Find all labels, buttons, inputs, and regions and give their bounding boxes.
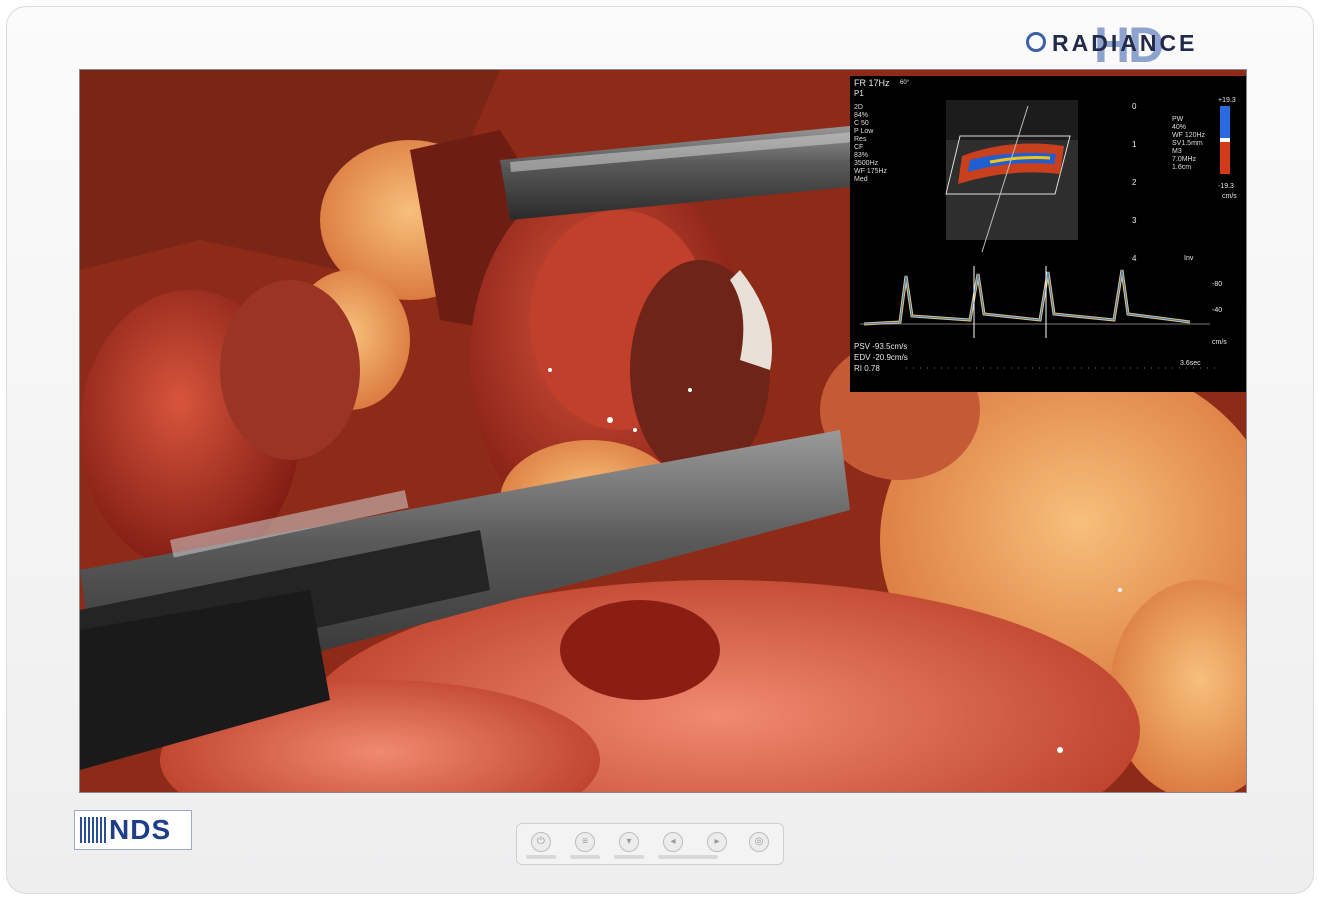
us-scale-top: +19.3: [1218, 97, 1236, 104]
nds-logo: NDS: [74, 810, 192, 850]
us-ri: RI 0.78: [854, 364, 880, 373]
down-button-icon[interactable]: ▾: [619, 832, 639, 852]
us-param: SV1.5mm: [1172, 140, 1203, 147]
us-2d-params: 2D 84% C 50 P Low Res CF 83% 3500Hz WF 1…: [854, 104, 887, 184]
us-psv: PSV -93.5cm/s: [854, 342, 908, 351]
us-pw-params: PW 40% WF 120Hz SV1.5mm M3 7.0MHz 1.6cm: [1172, 116, 1205, 172]
us-depth-tick: 2: [1132, 178, 1137, 187]
us-edv: EDV -20.9cm/s: [854, 353, 908, 362]
us-param: 84%: [854, 112, 869, 119]
right-arrow-button-icon[interactable]: ▸: [707, 832, 727, 852]
us-frame-rate: FR 17Hz: [854, 78, 890, 88]
us-depth-tick: 3: [1132, 216, 1137, 225]
radiance-logo-icon: [1026, 32, 1046, 52]
ultrasound-inset: FR 17Hz 60° P1 2D 84% C 50 P Low Res CF …: [850, 76, 1246, 392]
button-label-mark: [526, 855, 556, 859]
us-param: P Low: [854, 128, 874, 135]
us-param: 40%: [1172, 124, 1187, 131]
us-param: M3: [1172, 148, 1182, 155]
us-depth-tick: 4: [1132, 254, 1137, 263]
us-param: PW: [1172, 116, 1184, 123]
us-param: 7.0MHz: [1172, 156, 1197, 163]
us-param: WF 120Hz: [1172, 132, 1206, 139]
monitor-control-panel: ⏻ ≡ ▾ ◂ ▸ ◎: [516, 823, 784, 865]
us-param: 1.6cm: [1172, 164, 1192, 171]
us-doppler-tick: -80: [1212, 281, 1223, 288]
button-label-mark: [570, 855, 600, 859]
brand-name: RADIANCE: [1052, 30, 1198, 56]
button-label-mark: [658, 855, 718, 859]
button-label-mark: [614, 855, 644, 859]
us-param: 83%: [854, 152, 869, 159]
us-duration: 3.6sec: [1180, 360, 1201, 367]
us-doppler-unit: cm/s: [1212, 339, 1227, 346]
us-param: 3500Hz: [854, 160, 879, 167]
us-doppler-tick: -40: [1212, 307, 1223, 314]
radiance-hd-logo: HD RADIANCE: [1026, 20, 1238, 70]
us-inv: Inv: [1184, 255, 1194, 262]
us-param: Res: [854, 136, 867, 143]
us-depth-tick: 0: [1132, 102, 1137, 111]
us-param: CF: [854, 144, 864, 151]
us-scale-bottom: -19.3: [1218, 183, 1234, 190]
display-screen: FR 17Hz 60° P1 2D 84% C 50 P Low Res CF …: [80, 70, 1246, 792]
us-param: C 50: [854, 120, 869, 127]
us-param: 2D: [854, 104, 863, 111]
us-param: Med: [854, 176, 868, 183]
us-param: WF 175Hz: [854, 168, 888, 175]
us-angle: 60°: [900, 80, 910, 86]
us-p1: P1: [854, 89, 864, 98]
input-select-button-icon[interactable]: ◎: [749, 832, 769, 852]
left-arrow-button-icon[interactable]: ◂: [663, 832, 683, 852]
power-button-icon[interactable]: ⏻: [531, 832, 551, 852]
nds-logo-icon: [80, 817, 106, 843]
nds-logo-text: NDS: [109, 814, 172, 845]
us-scale-unit: cm/s: [1222, 193, 1237, 200]
menu-button-icon[interactable]: ≡: [575, 832, 595, 852]
us-depth-tick: 1: [1132, 140, 1137, 149]
